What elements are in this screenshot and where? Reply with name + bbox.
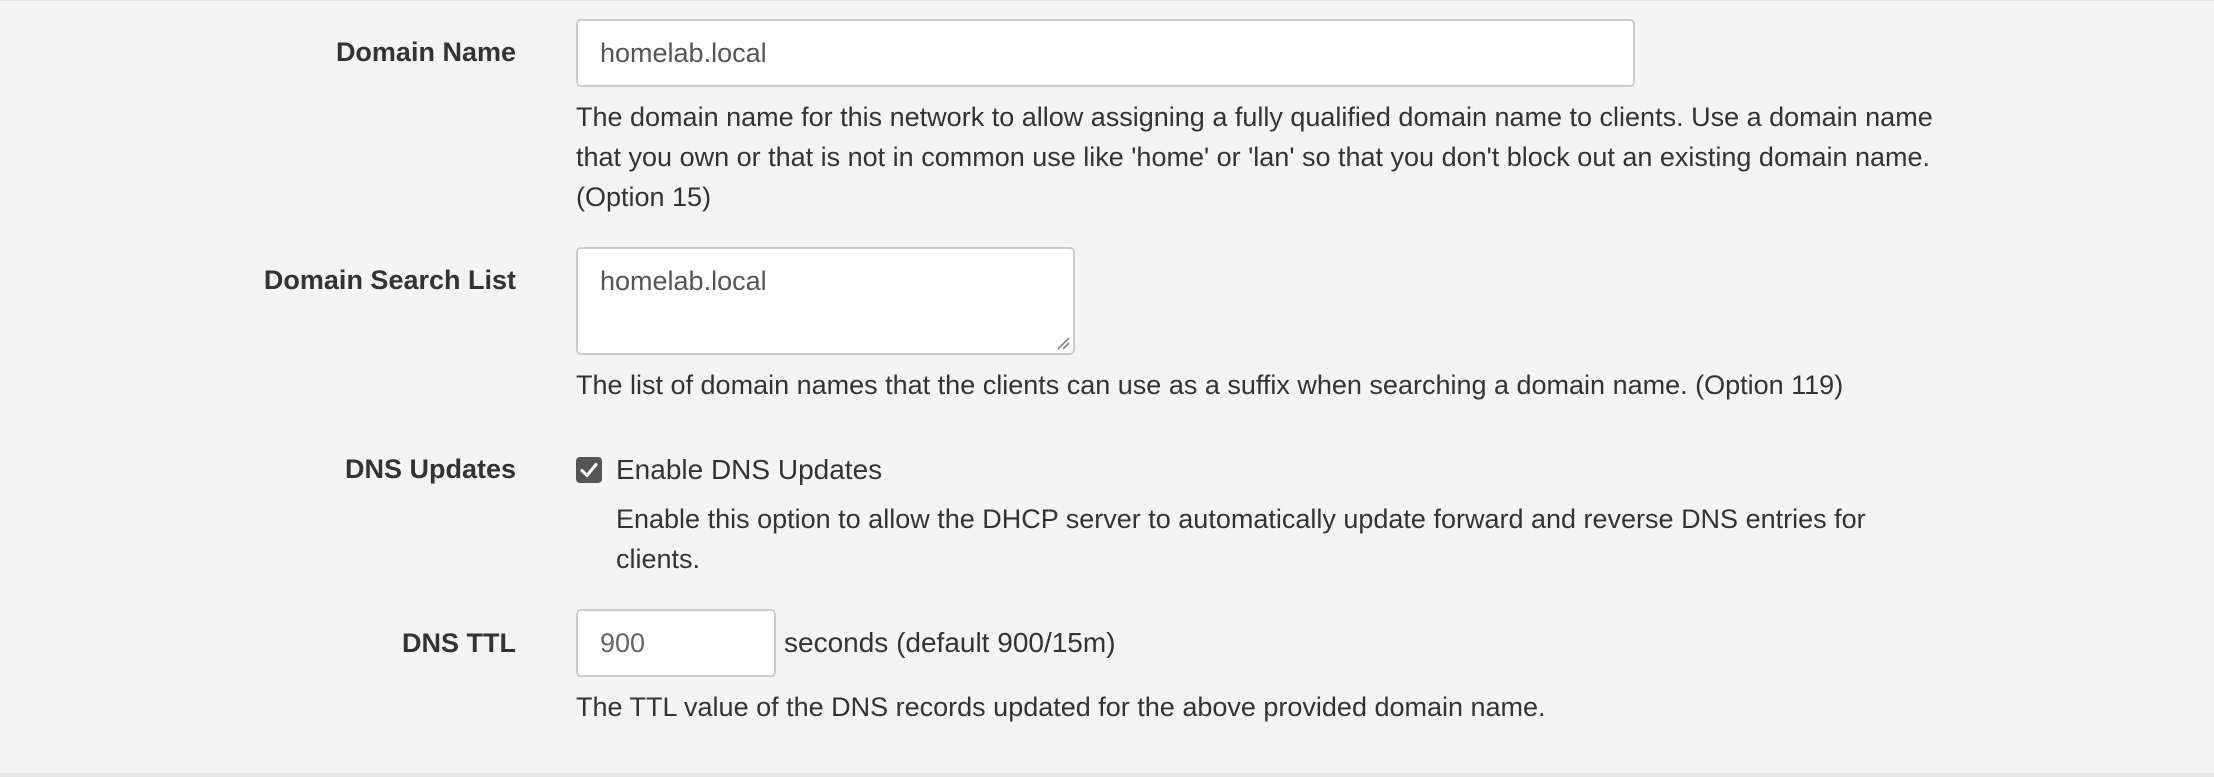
dns-updates-help: Enable this option to allow the DHCP ser… xyxy=(616,499,2136,579)
dns-updates-help-line2: clients. xyxy=(616,544,701,574)
dns-updates-label: DNS Updates xyxy=(344,454,516,484)
dns-updates-help-line1: Enable this option to allow the DHCP ser… xyxy=(616,504,1866,534)
domain-name-label: Domain Name xyxy=(335,37,516,67)
domain-name-help-line2: that you own or that is not in common us… xyxy=(576,142,1931,172)
domain-search-list-value: homelab.local xyxy=(600,266,767,296)
dns-ttl-label: DNS TTL xyxy=(402,628,516,658)
dns-ttl-suffix: seconds (default 900/15m) xyxy=(784,627,1116,658)
domain-name-help-line1: The domain name for this network to allo… xyxy=(576,102,1933,132)
domain-search-list-help: The list of domain names that the client… xyxy=(576,370,1844,400)
domain-name-help: The domain name for this network to allo… xyxy=(576,97,2136,217)
checkmark-icon xyxy=(580,463,598,477)
enable-dns-updates-label[interactable]: Enable DNS Updates xyxy=(616,456,882,484)
domain-search-list-textarea[interactable]: homelab.local xyxy=(576,247,1075,355)
dns-ttl-input[interactable] xyxy=(576,609,776,677)
resize-grip-icon[interactable] xyxy=(1056,336,1070,350)
domain-name-help-line3: (Option 15) xyxy=(576,182,712,212)
domain-name-input[interactable] xyxy=(576,19,1635,87)
dns-ttl-help: The TTL value of the DNS records updated… xyxy=(576,692,1546,722)
section-divider xyxy=(0,773,2214,777)
enable-dns-updates-checkbox[interactable] xyxy=(576,457,602,483)
domain-search-list-label: Domain Search List xyxy=(263,265,516,295)
